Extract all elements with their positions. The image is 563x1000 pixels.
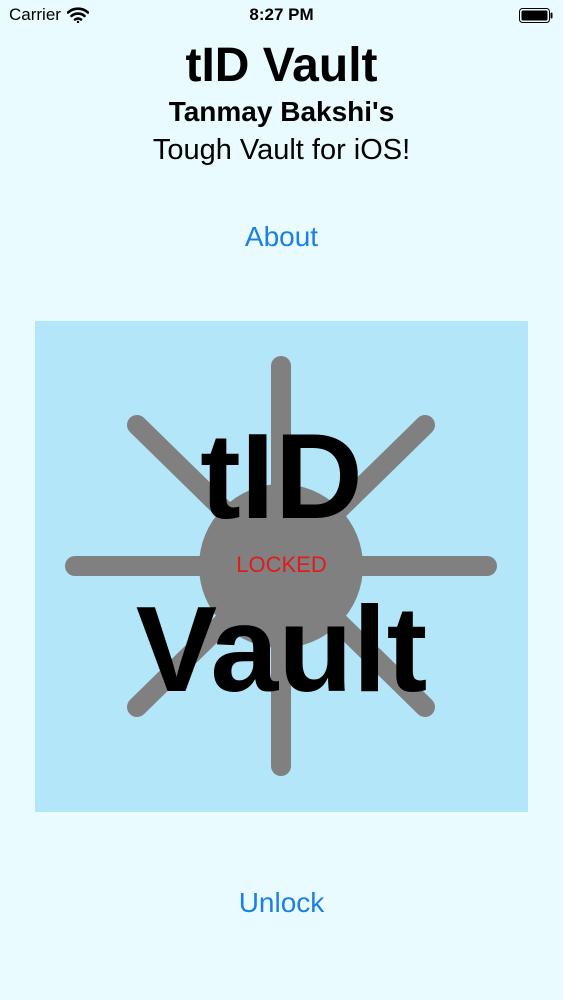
app-subtitle: Tanmay Bakshi's <box>168 96 395 127</box>
vault-lock-panel[interactable]: tID LOCKED Vault <box>35 321 528 812</box>
vault-logo-word-top: tID <box>200 408 363 544</box>
vault-logo-word-bottom: Vault <box>135 581 428 717</box>
status-bar: Carrier 8:27 PM <box>0 0 563 32</box>
unlock-button[interactable]: Unlock <box>0 886 563 920</box>
app-title: tID Vault <box>185 39 378 92</box>
battery-icon <box>519 8 553 23</box>
status-time: 8:27 PM <box>249 5 314 24</box>
about-button[interactable]: About <box>0 220 563 254</box>
lock-status-label: LOCKED <box>236 552 327 577</box>
app-tagline: Tough Vault for iOS! <box>152 134 411 166</box>
